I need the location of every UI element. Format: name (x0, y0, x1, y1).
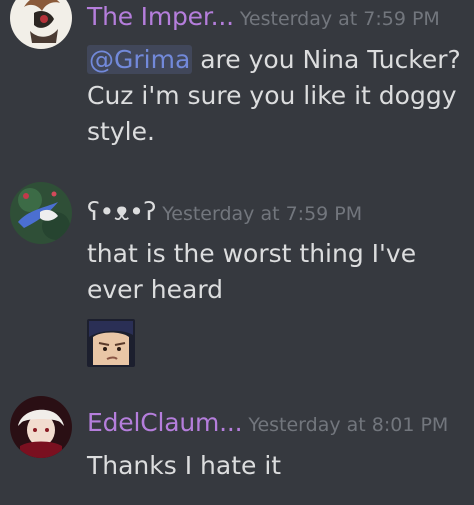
avatar-image-icon (10, 0, 72, 49)
user-avatar[interactable] (10, 0, 72, 49)
avatar-image-icon (10, 182, 72, 244)
timestamp: Yesterday at 7:59 PM (239, 8, 440, 30)
timestamp: Yesterday at 7:59 PM (162, 203, 363, 225)
image-attachment (87, 319, 135, 367)
avatar-image-icon (10, 396, 72, 458)
reaction-image-icon[interactable] (87, 319, 135, 367)
username[interactable]: The Imper... (87, 2, 234, 31)
username[interactable]: ʕ•ᴥ•ʔ (87, 197, 156, 226)
message-text: that is the worst thing I've ever heard (87, 239, 417, 304)
user-mention[interactable]: @Grima (87, 45, 193, 74)
message-content: @Grima are you Nina Tucker? Cuz i'm sure… (87, 42, 467, 150)
user-avatar[interactable] (10, 396, 72, 458)
user-avatar[interactable] (10, 182, 72, 244)
timestamp: Yesterday at 8:01 PM (248, 414, 449, 436)
message-text: Thanks I hate it (87, 451, 282, 480)
username[interactable]: EdelClaum... (87, 408, 243, 437)
